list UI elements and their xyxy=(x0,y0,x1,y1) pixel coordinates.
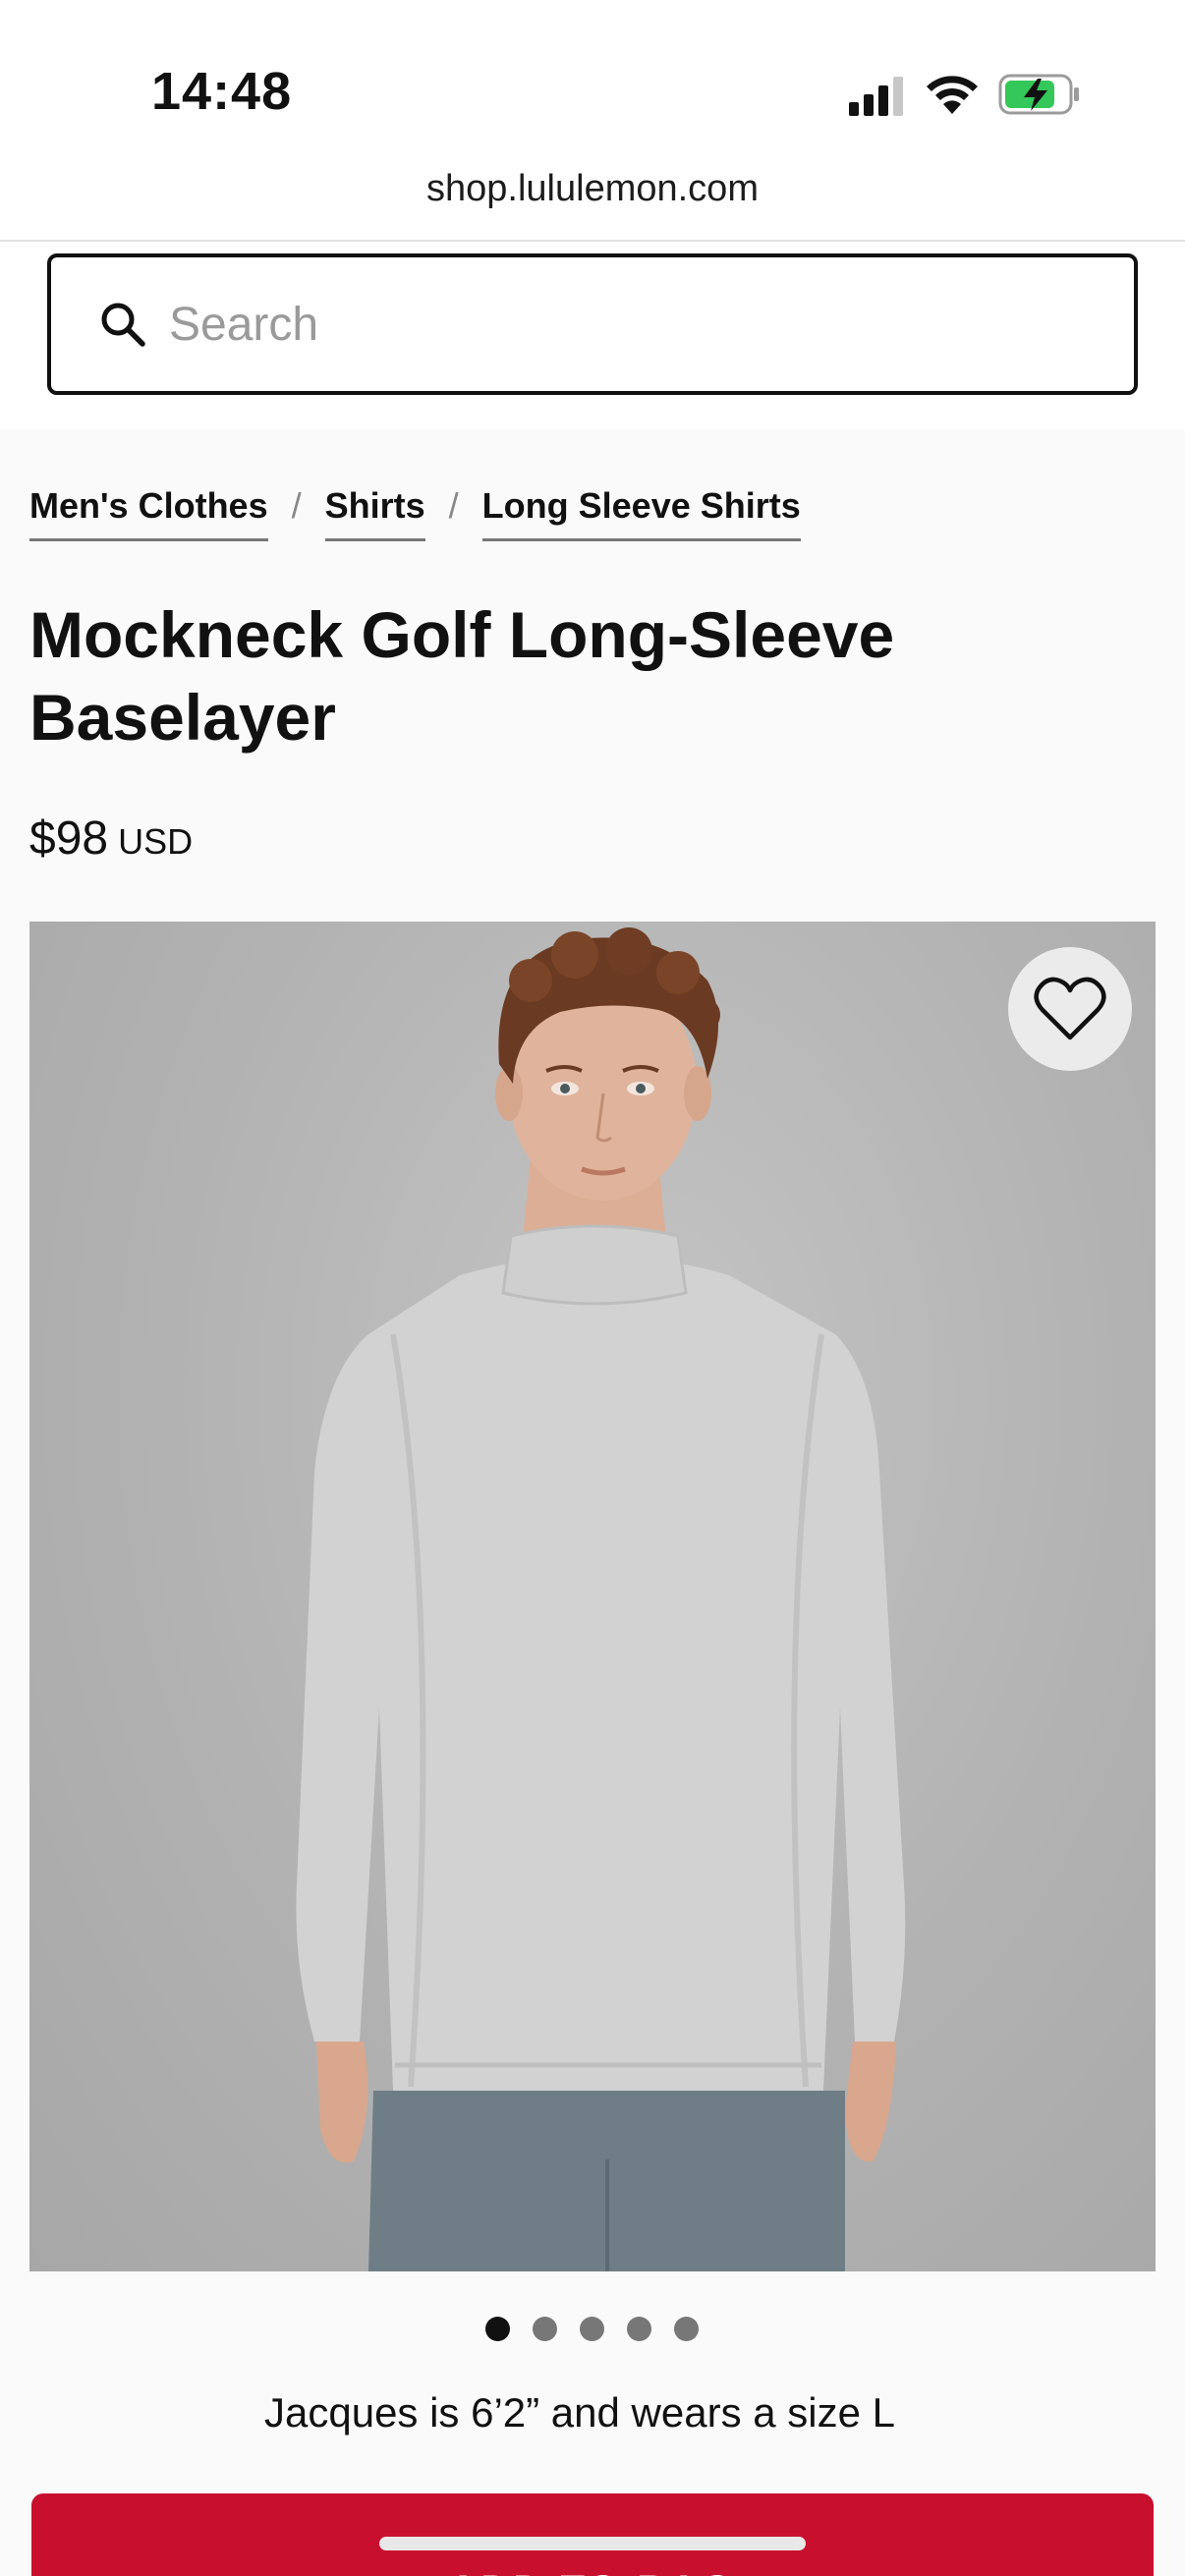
image-carousel-dots xyxy=(485,2317,699,2341)
status-bar: 14:48 xyxy=(0,0,1185,157)
price-amount: $98 xyxy=(29,812,109,865)
product-image[interactable] xyxy=(29,922,1156,2271)
heart-icon xyxy=(1034,977,1106,1040)
model-illustration xyxy=(296,927,906,2271)
breadcrumb-long-sleeve-shirts[interactable]: Long Sleeve Shirts xyxy=(481,485,801,541)
carousel-dot-4[interactable] xyxy=(627,2317,651,2341)
breadcrumb: Men's Clothes / Shirts / Long Sleeve Shi… xyxy=(29,485,801,541)
product-title: Mockneck Golf Long-Sleeve Baselayer xyxy=(29,598,895,754)
url-text: shop.lululemon.com xyxy=(426,167,759,209)
status-time: 14:48 xyxy=(151,62,293,121)
breadcrumb-shirts[interactable]: Shirts xyxy=(324,485,425,541)
browser-url-bar[interactable]: shop.lululemon.com xyxy=(0,157,1185,242)
carousel-dot-3[interactable] xyxy=(580,2317,604,2341)
price-currency: USD xyxy=(118,821,194,862)
wifi-icon xyxy=(927,76,978,114)
breadcrumb-separator: / xyxy=(291,485,302,526)
search-box[interactable] xyxy=(47,253,1138,395)
home-indicator xyxy=(379,2537,806,2550)
add-to-bag-button[interactable]: ADD TO BAG xyxy=(31,2493,1154,2576)
product-page: 14:48 shop.lululemon.com Search Men's Cl… xyxy=(0,0,1185,2576)
search-icon xyxy=(101,303,145,347)
product-price: $98 USD xyxy=(29,812,193,866)
carousel-dot-2[interactable] xyxy=(533,2317,557,2341)
carousel-dot-5[interactable] xyxy=(674,2317,699,2341)
carousel-dot-1[interactable] xyxy=(485,2317,510,2341)
wishlist-button[interactable] xyxy=(1008,947,1132,1071)
battery-charging-icon xyxy=(998,74,1079,115)
search-section xyxy=(0,242,1185,428)
signal-icon xyxy=(849,77,903,116)
search-input[interactable] xyxy=(169,297,1053,352)
model-size-note: Jacques is 6’2” and wears a size L xyxy=(264,2389,895,2436)
breadcrumb-mens-clothes[interactable]: Men's Clothes xyxy=(29,485,268,541)
breadcrumb-separator: / xyxy=(448,485,459,526)
